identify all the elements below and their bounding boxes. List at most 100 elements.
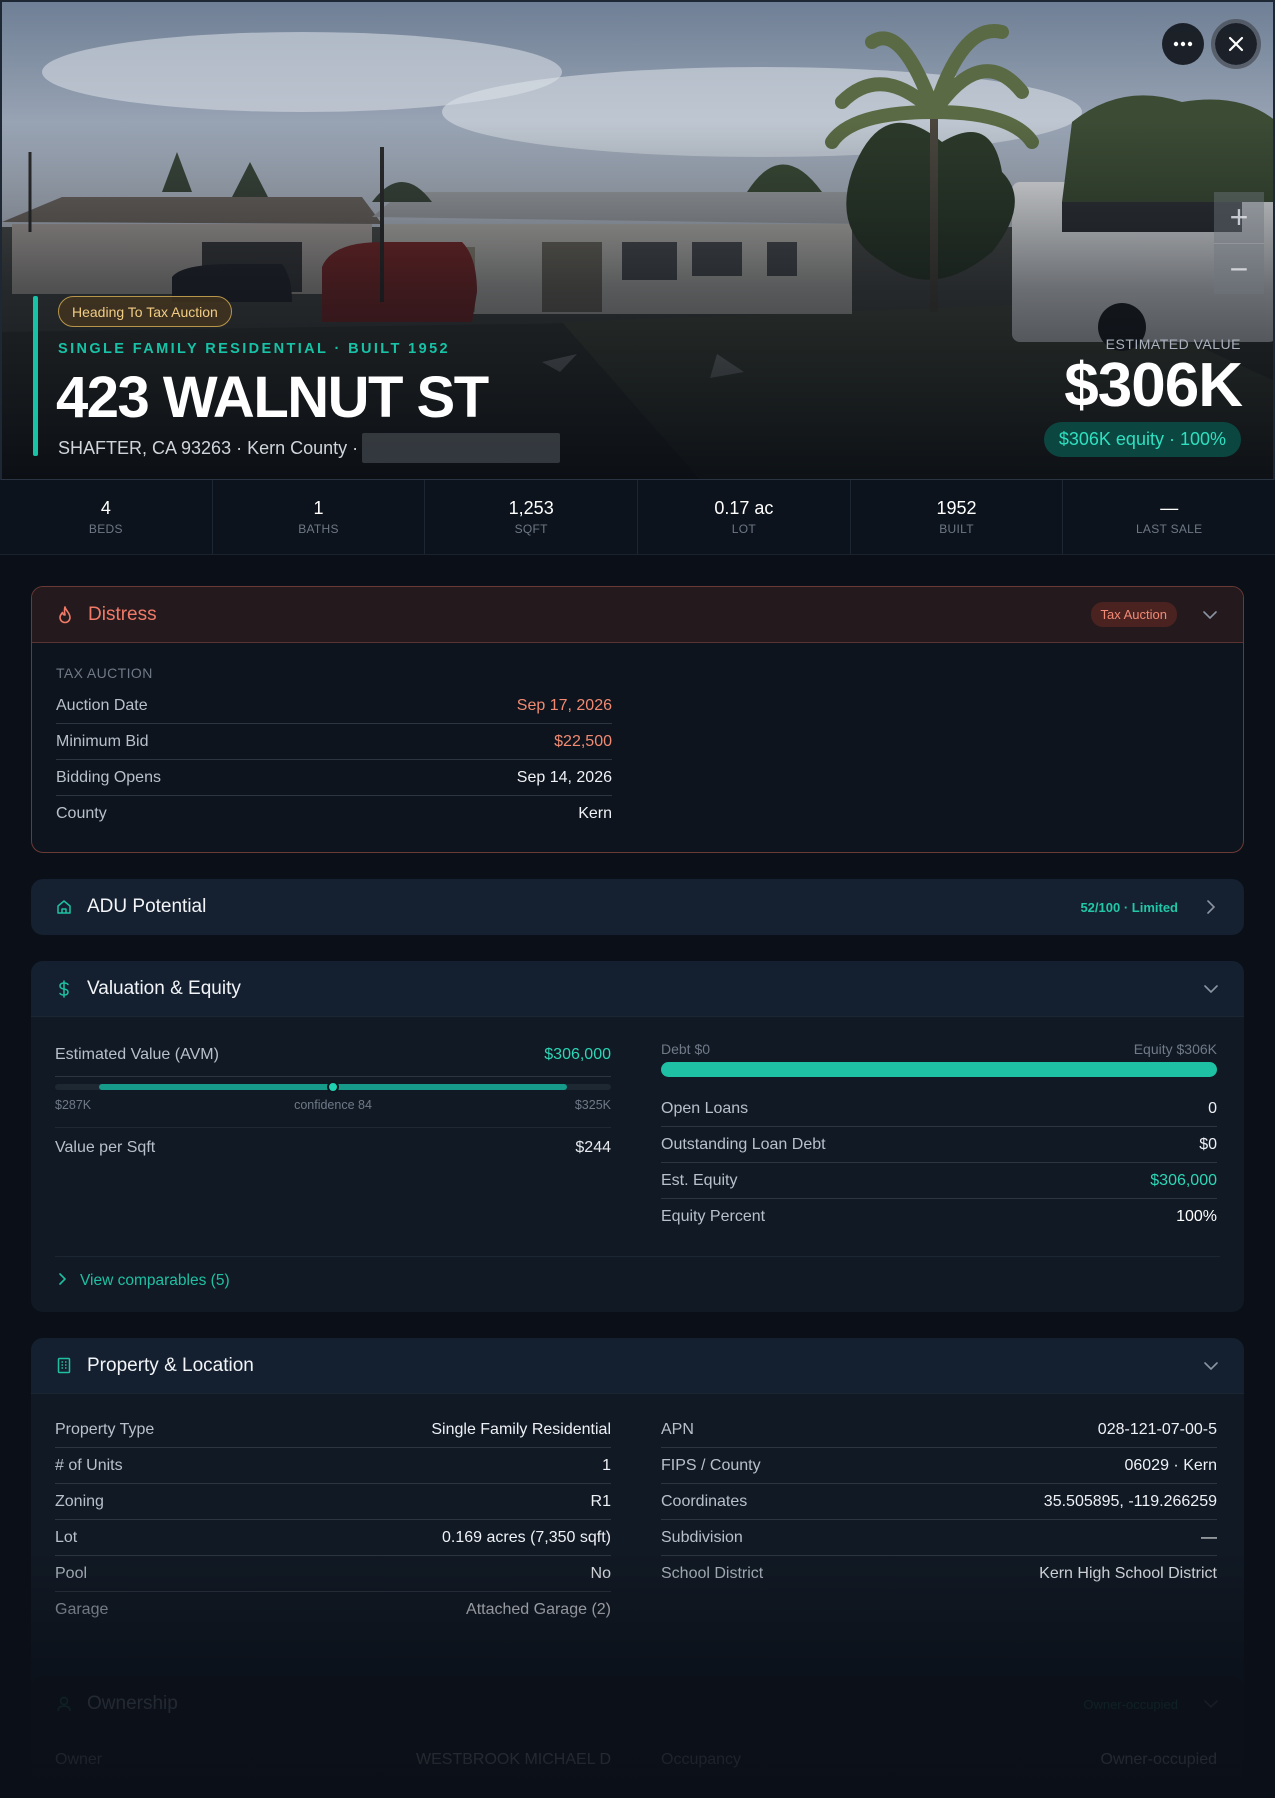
building-icon	[55, 1357, 73, 1375]
close-icon	[1228, 36, 1244, 52]
divider	[55, 1127, 611, 1128]
stat-label: LAST SALE	[1135, 522, 1203, 536]
stat-label: LOT	[731, 522, 756, 536]
kv-label: Garage	[55, 1601, 109, 1618]
distress-header[interactable]: Distress Tax Auction	[32, 587, 1243, 643]
kv-value: 100%	[1176, 1208, 1217, 1225]
equity-label: Equity $306K	[1133, 1041, 1217, 1057]
chevron-right-icon	[59, 1272, 67, 1290]
tax-auction-badge: Tax Auction	[1090, 602, 1177, 627]
stat-label: SQFT	[514, 522, 548, 536]
ownership-details-right: Occupancy Owner-occupied	[661, 1742, 1217, 1778]
kv-value: $306,000	[1150, 1171, 1217, 1189]
property-location-card: Property & Location Property Type Single …	[31, 1338, 1244, 1718]
chevron-right-icon[interactable]	[1202, 898, 1220, 916]
kv-row: Zoning R1	[55, 1484, 611, 1520]
value-per-sqft-row: Value per Sqft $244	[55, 1139, 611, 1157]
view-comparables-link[interactable]: View comparables (5)	[55, 1256, 1220, 1290]
estimated-value: $306K	[1064, 351, 1243, 420]
kv-value: 0.169 acres (7,350 sqft)	[442, 1528, 611, 1546]
adu-potential-card[interactable]: ADU Potential 52/100 · Limited	[31, 879, 1244, 935]
flame-icon	[56, 605, 74, 624]
property-title: Property & Location	[87, 1354, 254, 1376]
ellipsis-icon	[1173, 41, 1193, 47]
avm-scale: $287K confidence 84 $325K	[55, 1098, 611, 1112]
kv-row: Auction Date Sep 17, 2026	[56, 688, 612, 724]
valuation-header[interactable]: Valuation & Equity	[31, 961, 1244, 1017]
kv-row: County Kern	[56, 796, 612, 832]
kv-label: # of Units	[55, 1456, 123, 1474]
kv-label: Open Loans	[661, 1099, 749, 1117]
close-button[interactable]	[1211, 19, 1261, 69]
stat-built: 1952 BUILT	[851, 480, 1064, 554]
distress-title: Distress	[88, 603, 157, 625]
kv-value: Owner-occupied	[1100, 1751, 1218, 1768]
kv-row: APN 028-121-07-00-5	[661, 1412, 1217, 1448]
kv-row: Lot 0.169 acres (7,350 sqft)	[55, 1520, 611, 1556]
kv-label: Lot	[55, 1528, 78, 1546]
kv-row: Open Loans 0	[661, 1091, 1217, 1127]
kv-label: Property Type	[55, 1420, 155, 1438]
zoom-in-button[interactable]: +	[1214, 192, 1264, 243]
occupancy-badge: Owner-occupied	[1083, 1696, 1178, 1712]
avm-row: Estimated Value (AVM) $306,000	[55, 1046, 611, 1077]
status-badge: Heading To Tax Auction	[58, 296, 232, 327]
stat-last-sale: — LAST SALE	[1063, 480, 1275, 554]
kv-label: Value per Sqft	[55, 1139, 156, 1156]
user-icon	[55, 1695, 73, 1713]
ownership-header[interactable]: Ownership Owner-occupied	[31, 1676, 1244, 1732]
kv-value: 028-121-07-00-5	[1097, 1420, 1217, 1438]
adu-header[interactable]: ADU Potential 52/100 · Limited	[31, 879, 1244, 935]
distress-card: Distress Tax Auction TAX AUCTION Auction…	[31, 586, 1244, 853]
dollar-icon	[55, 979, 73, 998]
kv-row: Pool No	[55, 1556, 611, 1592]
valuation-equity-card: Valuation & Equity Estimated Value (AVM)…	[31, 961, 1244, 1312]
valuation-title: Valuation & Equity	[87, 977, 241, 999]
chevron-down-icon[interactable]	[1202, 1695, 1220, 1713]
avm-value: $306,000	[544, 1046, 611, 1063]
kv-label: Bidding Opens	[56, 768, 161, 786]
property-stats-bar: 4 BEDS 1 BATHS 1,253 SQFT 0.17 ac LOT 1952 BU…	[0, 480, 1275, 555]
kv-value: $244	[575, 1139, 611, 1156]
stat-label: BATHS	[298, 522, 339, 536]
property-address: 423 WALNUT ST	[56, 365, 489, 430]
chevron-down-icon[interactable]	[1202, 980, 1220, 998]
kv-label: APN	[661, 1420, 694, 1438]
kv-value: Sep 17, 2026	[516, 696, 612, 714]
chevron-down-icon[interactable]	[1201, 606, 1219, 624]
tax-auction-caption: TAX AUCTION	[56, 665, 153, 681]
view-comparables-label: View comparables (5)	[80, 1272, 230, 1289]
kv-label: Subdivision	[661, 1528, 743, 1546]
kv-label: FIPS / County	[661, 1456, 761, 1474]
debt-label: Debt $0	[661, 1041, 711, 1057]
avm-marker	[327, 1081, 339, 1093]
equity-badge: $306K equity · 100%	[1043, 422, 1241, 457]
chevron-down-icon[interactable]	[1202, 1357, 1220, 1375]
ownership-card: Ownership Owner-occupied Owner WESTBROOK …	[31, 1676, 1244, 1798]
avm-range-bar	[55, 1081, 611, 1093]
hero-streetview: + − Heading To Tax Auction SINGLE FAMILY…	[0, 0, 1275, 480]
equity-bar-labels: Debt $0 Equity $306K	[661, 1041, 1217, 1057]
stat-value: 1	[313, 498, 324, 518]
property-header[interactable]: Property & Location	[31, 1338, 1244, 1394]
stat-value: 0.17 ac	[714, 498, 774, 518]
more-options-button[interactable]	[1162, 23, 1204, 65]
kv-label: Minimum Bid	[56, 732, 149, 750]
kv-row: Outstanding Loan Debt $0	[661, 1127, 1217, 1163]
kv-value: Kern	[578, 805, 612, 822]
kv-value: 06029 · Kern	[1124, 1456, 1217, 1474]
stat-beds: 4 BEDS	[0, 480, 213, 554]
kv-value: Sep 14, 2026	[516, 768, 612, 786]
property-location-text: SHAFTER, CA 93263 · Kern County ·	[58, 437, 359, 458]
loan-details: Open Loans 0 Outstanding Loan Debt $0 Est.…	[661, 1091, 1217, 1235]
map-zoom-controls: + −	[1214, 192, 1264, 294]
kv-row: Subdivision —	[661, 1520, 1217, 1556]
kv-value: $0	[1199, 1135, 1217, 1153]
kv-row: Garage Attached Garage (2)	[55, 1592, 611, 1628]
kv-label: County	[56, 805, 107, 822]
kv-row: Property Type Single Family Residential	[55, 1412, 611, 1448]
kv-value: 35.505895, -119.266259	[1043, 1492, 1217, 1510]
zoom-out-button[interactable]: −	[1214, 243, 1264, 294]
kv-label: Occupancy	[661, 1751, 742, 1768]
home-icon	[55, 898, 73, 916]
